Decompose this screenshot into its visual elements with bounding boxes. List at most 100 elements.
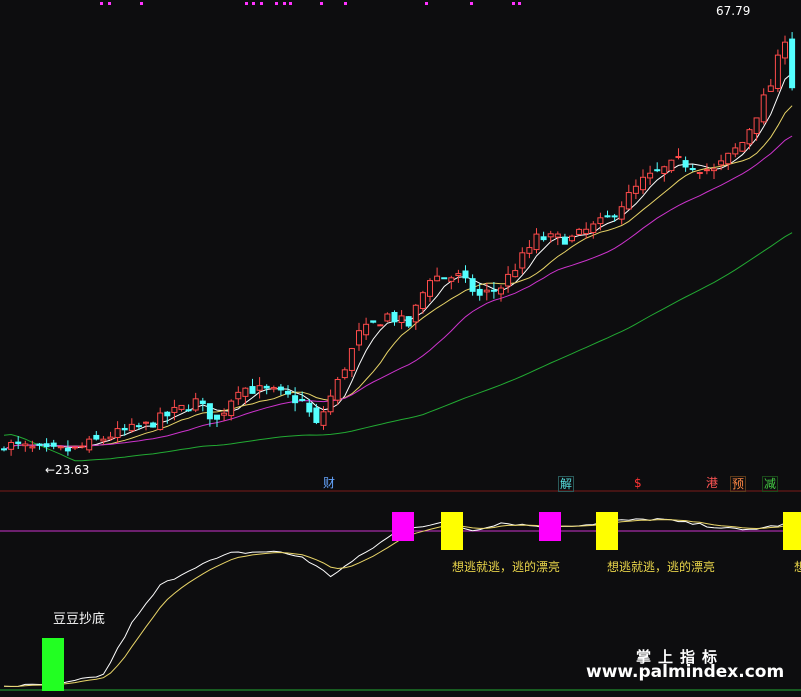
candle-body <box>199 400 206 405</box>
candle-body <box>86 438 93 451</box>
candle-body <box>128 423 135 432</box>
candle-body <box>419 292 426 310</box>
candle-body <box>576 228 583 235</box>
candle-body <box>767 85 774 92</box>
watermark-url: www.palmindex.com <box>586 662 785 682</box>
candle-body <box>334 379 341 401</box>
candle-body <box>547 233 554 238</box>
candlestick-series <box>1 32 796 456</box>
candle-body <box>590 223 597 233</box>
candle-body <box>8 441 15 450</box>
candle-body <box>718 160 725 166</box>
candle-body <box>682 160 689 168</box>
ma-line <box>3 232 793 462</box>
candle-body <box>611 215 618 218</box>
top-marker-dot <box>425 2 428 5</box>
moving-average-lines <box>3 72 793 462</box>
candle-body <box>277 386 284 391</box>
candle-body <box>654 169 661 172</box>
candle-body <box>327 395 334 413</box>
candle-body <box>93 434 100 440</box>
signal-bar-top <box>392 512 414 541</box>
candle-body <box>206 403 213 420</box>
candle-body <box>79 445 86 448</box>
candle-body <box>661 166 668 174</box>
candle-body <box>597 217 604 225</box>
event-tag-gang[interactable]: 港 <box>705 476 719 490</box>
top-marker-dot <box>470 2 473 5</box>
signal-bar-bottom <box>42 638 64 691</box>
candle-body <box>469 278 476 292</box>
candle-body <box>178 404 185 410</box>
candle-body <box>441 277 448 280</box>
candle-body <box>746 129 753 145</box>
candle-body <box>1 448 7 451</box>
candle-body <box>292 395 299 404</box>
candle-body <box>313 407 320 423</box>
candle-body <box>561 236 568 245</box>
candle-body <box>604 215 611 218</box>
top-marker-dot <box>344 2 347 5</box>
candle-body <box>725 152 732 165</box>
event-tag-yu[interactable]: 预 <box>730 476 747 492</box>
candle-body <box>675 156 682 159</box>
candle-body <box>15 441 22 444</box>
candle-body <box>157 412 164 430</box>
candle-body <box>384 313 391 322</box>
candle-body <box>391 311 398 323</box>
signal-label-escape-3: 想 <box>794 560 801 574</box>
candle-body <box>299 398 306 401</box>
candle-body <box>434 275 441 282</box>
top-marker-dot <box>518 2 521 5</box>
candle-body <box>57 446 64 449</box>
candle-body <box>185 409 192 412</box>
candle-body <box>583 228 590 235</box>
candle-body <box>285 390 291 395</box>
candle-body <box>363 323 370 336</box>
event-tag-dollar[interactable]: $ <box>633 476 643 490</box>
candle-body <box>164 411 171 417</box>
event-tag-cai[interactable]: 财 <box>322 476 336 490</box>
candle-body <box>498 287 504 295</box>
high-price-label: 67.79 <box>716 4 751 18</box>
signal-bar-top <box>783 512 801 550</box>
signal-label-escape-2: 想逃就逃，逃的漂亮 <box>607 560 716 574</box>
candle-body <box>625 192 632 210</box>
candle-body <box>512 270 519 278</box>
top-marker-dot <box>320 2 323 5</box>
candle-body <box>739 141 746 152</box>
candle-body <box>50 442 57 447</box>
candle-body <box>505 273 512 287</box>
stock-chart <box>0 2 801 691</box>
signal-bar-top <box>539 512 561 541</box>
candle-body <box>753 117 760 135</box>
candle-body <box>476 288 483 296</box>
candle-body <box>143 421 149 424</box>
ma-line <box>3 72 793 451</box>
candle-body <box>348 348 355 371</box>
candle-body <box>100 438 107 442</box>
candle-body <box>43 443 50 448</box>
candle-body <box>306 402 313 413</box>
candle-body <box>214 414 220 420</box>
event-tag-jie[interactable]: 解 <box>558 476 575 492</box>
candle-body <box>647 172 654 179</box>
candle-body <box>256 385 263 391</box>
candle-body <box>533 233 540 251</box>
candle-body <box>519 252 526 269</box>
top-marker-dot <box>275 2 278 5</box>
candle-body <box>249 386 256 394</box>
candle-body <box>455 273 462 277</box>
top-marker-dot <box>289 2 292 5</box>
candle-body <box>405 316 412 327</box>
candle-body <box>263 385 270 389</box>
candle-body <box>760 94 767 123</box>
signal-bar-top <box>441 512 463 550</box>
low-price-label: ←23.63 <box>45 463 90 477</box>
event-tag-jian[interactable]: 减 <box>762 476 779 492</box>
candle-body <box>235 391 242 400</box>
candle-body <box>689 168 696 171</box>
candle-body <box>221 412 228 416</box>
candle-body <box>398 315 405 323</box>
candle-body <box>29 446 36 449</box>
